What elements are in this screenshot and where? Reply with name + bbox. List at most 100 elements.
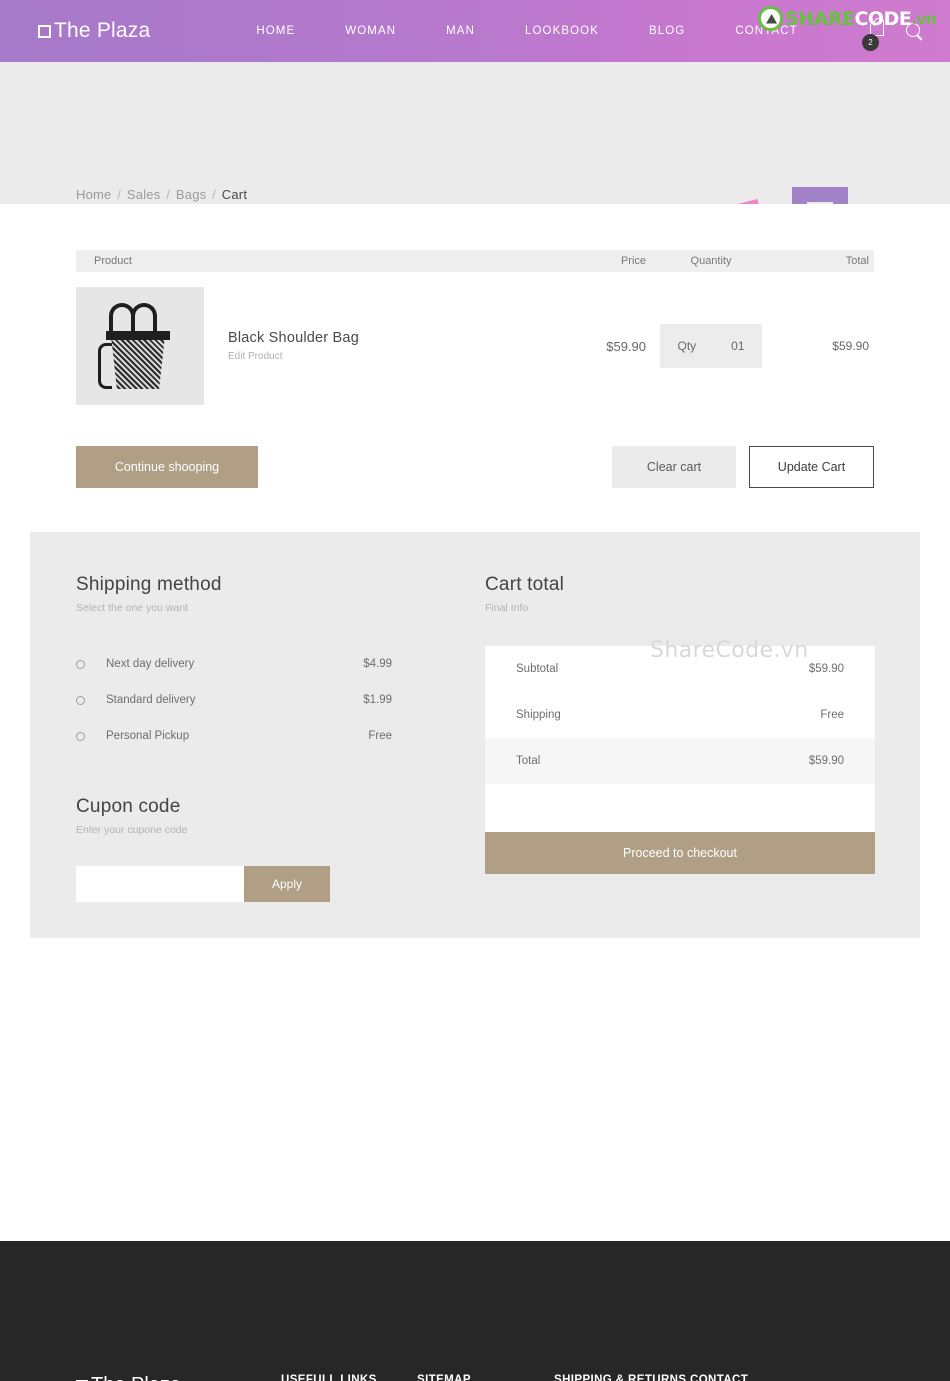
product-info: Black Shoulder Bag Edit Product (204, 330, 506, 362)
cart-container: Product Price Quantity Total Black Shoul… (76, 250, 874, 488)
sharecode-code-text: CODE (854, 7, 912, 30)
bag-strap-icon (98, 343, 112, 389)
cupon-code-section: Cupon code Enter your cupone code Apply (76, 796, 428, 902)
cart-total-column: Cart total Final Info Subtotal $59.90 Sh… (485, 574, 875, 874)
total-row-value: $59.90 (808, 755, 844, 767)
shipping-option-pickup[interactable]: Personal Pickup Free (76, 718, 428, 754)
shipping-option-next-day[interactable]: Next day delivery $4.99 (76, 646, 428, 682)
clear-cart-button[interactable]: Clear cart (612, 446, 736, 488)
column-header-quantity: Quantity (690, 255, 732, 267)
shipping-method-subtitle: Select the one you want (76, 602, 189, 614)
cart-summary-panel: Shipping method Select the one you want … (30, 532, 920, 938)
radio-icon[interactable] (76, 695, 85, 705)
product-price: $59.90 (606, 338, 646, 354)
main-nav: HOME WOMAN MAN LOOKBOOK BLOG CONTACT (231, 25, 822, 37)
breadcrumb-separator: / (212, 187, 216, 202)
breadcrumb-separator: / (166, 187, 171, 202)
nav-item-man[interactable]: MAN (421, 25, 500, 37)
total-row-total: Total $59.90 (485, 738, 875, 784)
quantity-label: Qty (677, 339, 697, 353)
bag-body-icon (110, 333, 166, 389)
shipping-option-price: $1.99 (363, 694, 392, 706)
radio-icon[interactable] (76, 731, 85, 741)
card-spacer (485, 784, 875, 832)
total-row-label: Subtotal (516, 663, 559, 675)
total-row-value: $59.90 (808, 663, 844, 675)
shipping-option-price: $4.99 (363, 658, 392, 670)
site-header: The Plaza HOME WOMAN MAN LOOKBOOK BLOG C… (0, 0, 950, 62)
cupon-code-title: Cupon code (76, 796, 181, 817)
sharecode-circle-icon (758, 6, 784, 31)
footer-column-title: CONTACT (690, 1374, 749, 1381)
nav-item-home[interactable]: HOME (231, 25, 320, 37)
brand-box-icon (38, 25, 51, 38)
breadcrumb: Home / Sales / Bags / Cart (76, 187, 247, 202)
sharecode-watermark-logo: SHARE CODE .vn (758, 6, 936, 31)
column-header-product: Product (94, 255, 132, 267)
footer-column-title: SHIPPING & RETURNS (554, 1374, 687, 1381)
decorative-purple-square (792, 187, 848, 204)
product-thumbnail[interactable] (76, 287, 204, 405)
breadcrumb-item-sales[interactable]: Sales (127, 187, 161, 202)
footer-column-usefull-links: USEFULL LINKS Partners Bloggers Support … (281, 1374, 377, 1381)
shipping-option-standard[interactable]: Standard delivery $1.99 (76, 682, 428, 718)
footer-column-title: SITEMAP (417, 1374, 471, 1381)
quantity-value[interactable]: 01 (731, 339, 744, 353)
total-row-label: Total (516, 755, 541, 767)
nav-item-blog[interactable]: BLOG (624, 25, 710, 37)
sharecode-vn-text: .vn (911, 9, 936, 28)
brand-label: The Plaza (54, 19, 151, 42)
cart-total-subtitle: Final Info (485, 602, 529, 614)
nav-item-lookbook[interactable]: LOOKBOOK (500, 25, 624, 37)
footer-inner: The Plaza Donec vitae purus nunc. Morbi … (0, 1241, 950, 1381)
cart-table-header: Product Price Quantity Total (76, 250, 874, 272)
total-row-shipping: Shipping Free (485, 692, 875, 738)
quantity-stepper[interactable]: Qty 01 (660, 324, 762, 368)
shipping-option-price: Free (368, 730, 392, 742)
shipping-options-list: Next day delivery $4.99 Standard deliver… (76, 646, 428, 754)
quantity-cell: Qty 01 (646, 324, 776, 368)
product-title[interactable]: Black Shoulder Bag (228, 330, 506, 346)
nav-item-woman[interactable]: WOMAN (320, 25, 421, 37)
footer-brand[interactable]: The Plaza (76, 1374, 181, 1381)
cart-actions: Continue shooping Clear cart Update Cart (76, 446, 874, 488)
shipping-and-cupon-column: Shipping method Select the one you want … (76, 574, 428, 902)
shipping-option-label: Standard delivery (106, 694, 196, 706)
cupon-code-input[interactable] (76, 866, 244, 902)
footer-brand-label: The Plaza (91, 1374, 181, 1381)
cupon-code-subtitle: Enter your cupone code (76, 824, 188, 836)
apply-cupon-button[interactable]: Apply (244, 866, 330, 902)
shipping-option-label: Next day delivery (106, 658, 195, 670)
shipping-method-section: Shipping method Select the one you want … (76, 574, 428, 754)
breadcrumb-current: Cart (221, 187, 248, 202)
footer-column-contact: CONTACT Your Company Ltd 1481 Creekside … (690, 1374, 805, 1381)
cart-count-badge: 2 (862, 34, 879, 51)
cupon-form: Apply (76, 866, 428, 902)
update-cart-button[interactable]: Update Cart (749, 446, 874, 488)
decorative-pink-square (703, 199, 771, 204)
breadcrumb-item-bags[interactable]: Bags (176, 187, 206, 202)
site-footer: The Plaza Donec vitae purus nunc. Morbi … (0, 1241, 950, 1381)
bag-top-icon (106, 331, 170, 340)
shipping-method-title: Shipping method (76, 574, 222, 595)
sharecode-share-text: SHARE (785, 7, 855, 30)
breadcrumb-separator: / (117, 187, 122, 202)
radio-icon[interactable] (76, 659, 85, 669)
footer-column-sitemap: SITEMAP Partners Bloggers Support Terms … (417, 1374, 482, 1381)
proceed-to-checkout-button[interactable]: Proceed to checkout (485, 832, 875, 874)
column-header-total: Total (845, 255, 869, 267)
breadcrumb-item-home[interactable]: Home (76, 187, 111, 202)
brand-logo[interactable]: The Plaza (38, 19, 150, 43)
cart-total-title: Cart total (485, 574, 565, 595)
total-row-value: Free (820, 709, 844, 721)
footer-column-shipping-returns: SHIPPING & RETURNS About Us Track Orders… (554, 1374, 686, 1381)
footer-column-title: USEFULL LINKS (281, 1374, 377, 1381)
breadcrumb-band: Home / Sales / Bags / Cart (0, 62, 950, 204)
main-content: Product Price Quantity Total Black Shoul… (0, 250, 950, 1381)
sharecode-row-watermark: ShareCode.vn (650, 638, 809, 663)
product-line-total: $59.90 (832, 339, 869, 353)
cart-total-card: Subtotal $59.90 Shipping Free Total $59.… (485, 646, 875, 832)
edit-product-link[interactable]: Edit Product (228, 351, 506, 362)
continue-shopping-button[interactable]: Continue shooping (76, 446, 258, 488)
column-header-price: Price (620, 255, 646, 267)
